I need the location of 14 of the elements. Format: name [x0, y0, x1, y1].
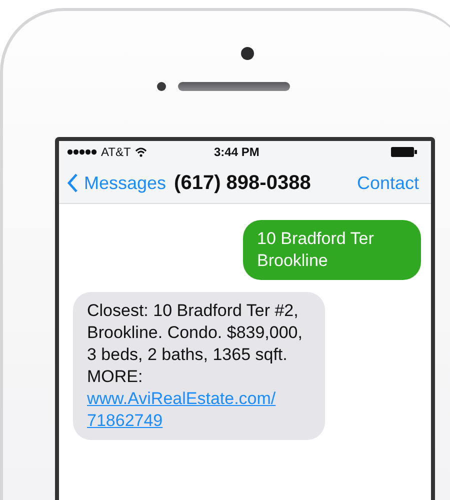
sensor-icon [156, 82, 166, 91]
battery-icon [391, 147, 417, 157]
back-button[interactable]: Messages [67, 172, 166, 194]
status-time: 3:44 PM [214, 145, 260, 159]
signal-icon [67, 149, 97, 155]
listing-link[interactable]: www.AviRealEstate.com/71862749 [87, 388, 311, 432]
wifi-icon [134, 147, 147, 157]
camera-icon [240, 47, 254, 60]
chevron-left-icon [67, 173, 78, 193]
contact-number: (617) 898-0388 [174, 172, 311, 194]
contact-button[interactable]: Contact [356, 172, 419, 194]
sent-message: 10 Bradford Ter Brookline [243, 220, 421, 280]
received-message: Closest: 10 Bradford Ter #2, Brookline. Condo. $839,000, 3 beds, 2 baths, 1365 sqft. MORE: [87, 300, 304, 388]
carrier-name: AT&T [101, 145, 131, 159]
